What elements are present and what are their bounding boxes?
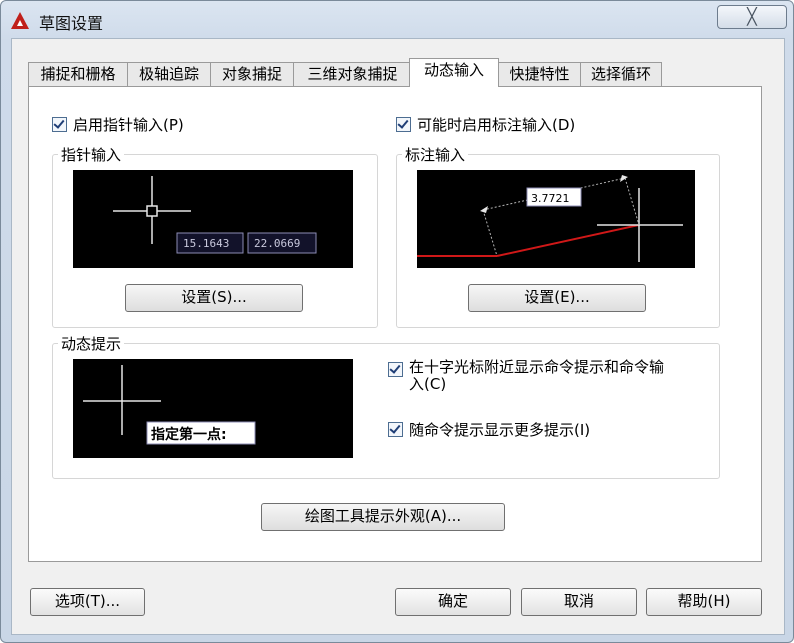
tab-object-snap[interactable]: 对象捕捉 [210,62,294,86]
pointer-crosshair-graphic: 15.1643 22.0669 [113,176,317,254]
title-bar[interactable]: 草图设置 ╳ [1,1,793,37]
show-command-prompts-label-line1: 在十字光标附近显示命令提示和命令输 [409,358,665,376]
checkbox-checked-icon [388,362,403,377]
pointer-input-group-title: 指针输入 [58,144,125,165]
show-command-prompts-label-line2: 入(C) [409,375,447,393]
prompt-tooltip-text: 指定第一点: [151,426,227,443]
dimension-graphic: 3.7721 [417,175,683,262]
enable-pointer-input-checkbox[interactable]: 启用指针输入(P) [52,114,184,135]
autocad-logo-icon [11,12,29,29]
enable-pointer-input-label: 启用指针输入(P) [73,116,184,134]
help-button[interactable]: 帮助(H) [646,588,762,616]
pointer-input-preview: 15.1643 22.0669 [73,170,353,268]
dialog-title: 草图设置 [39,14,104,33]
pointer-y-value: 22.0669 [254,237,300,250]
tab-snap-grid[interactable]: 捕捉和栅格 [28,62,128,86]
checkbox-checked-icon [388,422,403,437]
dimension-input-preview: 3.7721 [417,170,695,268]
tab-quick-properties[interactable]: 快捷特性 [498,62,581,86]
pointer-x-value: 15.1643 [183,237,229,250]
dynamic-prompts-group-title: 动态提示 [58,333,125,354]
dimension-input-group-title: 标注输入 [402,144,469,165]
tab-dynamic-input[interactable]: 动态输入 [409,58,499,87]
ok-button[interactable]: 确定 [395,588,511,616]
show-command-prompts-checkbox[interactable]: 在十字光标附近显示命令提示和命令输 入(C) [388,359,664,393]
tooltip-appearance-button[interactable]: 绘图工具提示外观(A)... [261,503,505,531]
dimension-value: 3.7721 [531,192,570,205]
cancel-button[interactable]: 取消 [521,588,637,616]
enable-dimension-input-label: 可能时启用标注输入(D) [417,116,576,134]
dynamic-prompts-preview: 指定第一点: [73,359,353,458]
tab-selection-cycling[interactable]: 选择循环 [580,62,662,86]
checkbox-checked-icon [396,117,411,132]
options-button[interactable]: 选项(T)... [30,588,145,616]
more-prompts-checkbox[interactable]: 随命令提示显示更多提示(I) [388,419,590,440]
checkbox-checked-icon [52,117,67,132]
show-command-prompts-label: 在十字光标附近显示命令提示和命令输 入(C) [409,359,664,393]
enable-dimension-input-checkbox[interactable]: 可能时启用标注输入(D) [396,114,575,135]
tab-3d-object-snap[interactable]: 三维对象捕捉 [293,62,412,86]
tab-polar-tracking[interactable]: 极轴追踪 [127,62,211,86]
dynamic-prompts-graphic: 指定第一点: [83,365,256,445]
close-button[interactable]: ╳ [717,5,787,29]
more-prompts-label: 随命令提示显示更多提示(I) [409,421,591,439]
dimension-settings-button[interactable]: 设置(E)... [468,284,646,312]
pointer-settings-button[interactable]: 设置(S)... [125,284,303,312]
